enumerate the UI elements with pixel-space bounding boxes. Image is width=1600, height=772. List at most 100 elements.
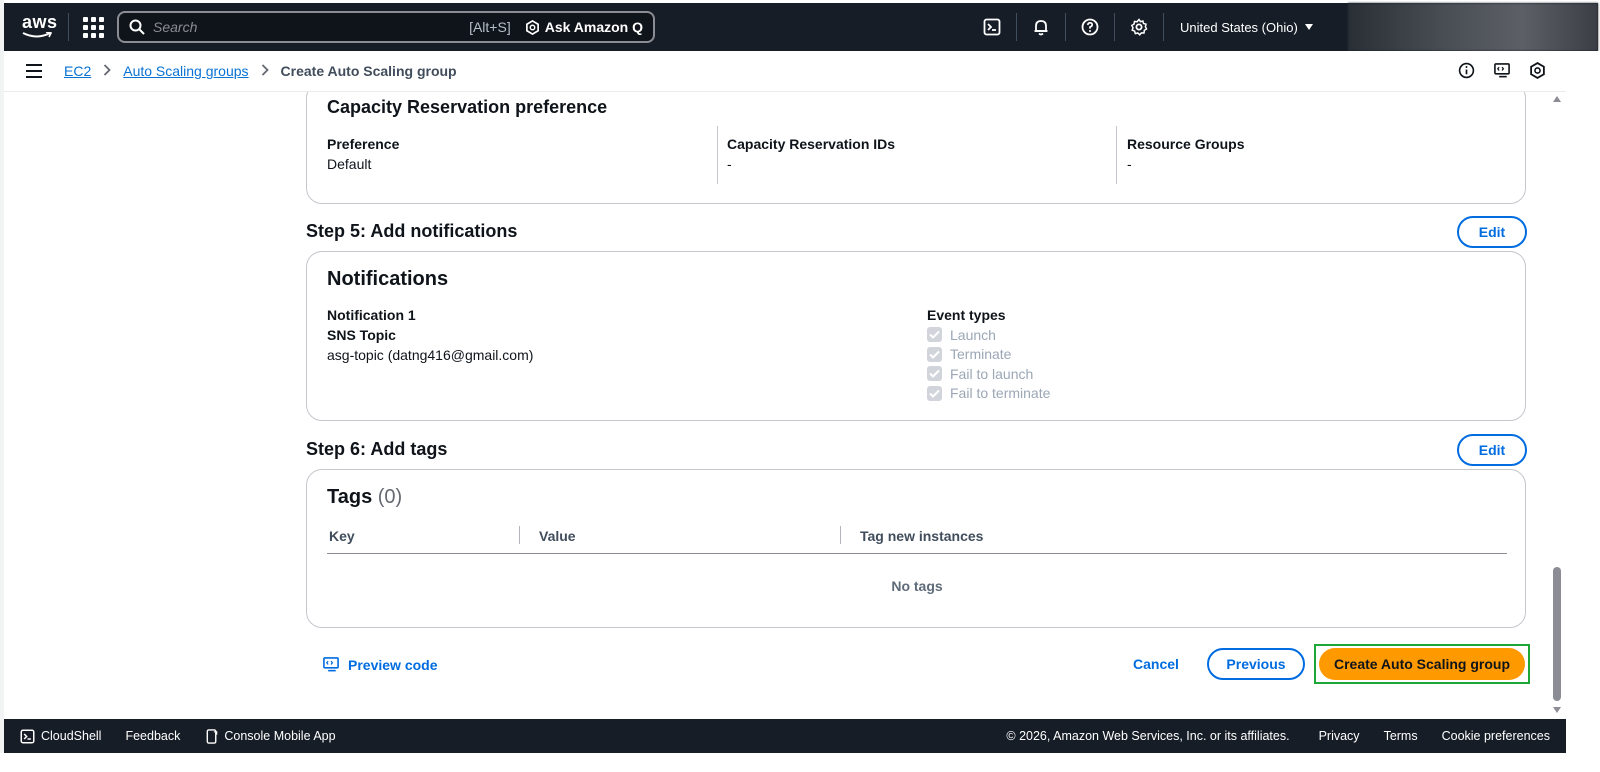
capacity-reservation-ids-field: Capacity Reservation IDs - <box>727 126 895 184</box>
sns-topic-label: SNS Topic <box>327 327 396 343</box>
scroll-up-arrow-icon[interactable] <box>1553 96 1561 102</box>
preference-label: Preference <box>327 136 400 152</box>
notifications-bell-icon[interactable] <box>1029 15 1053 39</box>
previous-button[interactable]: Previous <box>1207 648 1305 680</box>
menu-hamburger-icon[interactable] <box>26 64 42 78</box>
notifications-title: Notifications <box>327 268 449 290</box>
cancel-button[interactable]: Cancel <box>1133 656 1179 672</box>
breadcrumb-auto-scaling-groups[interactable]: Auto Scaling groups <box>123 63 248 79</box>
resource-groups-field: Resource Groups - <box>1127 126 1244 184</box>
tags-container: Tags (0) Key Value Tag new instances No … <box>306 469 1526 628</box>
help-icon[interactable] <box>1078 15 1102 39</box>
chevron-right-icon <box>103 63 112 79</box>
resource-groups-label: Resource Groups <box>1127 136 1245 152</box>
search-input[interactable]: Search <box>153 19 469 35</box>
checkbox-checked-icon <box>927 366 942 382</box>
region-label: United States (Ohio) <box>1180 19 1298 35</box>
main-content: Capacity Reservation preference Preferen… <box>4 92 1550 719</box>
services-menu-icon[interactable] <box>81 15 105 39</box>
tags-empty-state: No tags <box>891 578 943 594</box>
footer-cloudshell-label: CloudShell <box>41 729 102 743</box>
divider <box>1114 13 1115 41</box>
scrollbar[interactable] <box>1550 92 1566 719</box>
column-header-tag-new-instances[interactable]: Tag new instances <box>860 528 983 544</box>
caret-down-icon <box>1304 24 1313 30</box>
footer-mobile-app-label: Console Mobile App <box>224 729 336 743</box>
create-button-highlight: Create Auto Scaling group <box>1314 644 1530 684</box>
event-types-label: Event types <box>927 307 1006 323</box>
column-resizer[interactable] <box>519 526 520 544</box>
divider <box>1016 13 1017 41</box>
capacity-reservation-ids-value: - <box>727 156 732 172</box>
event-type-label: Launch <box>950 326 996 343</box>
ask-amazon-q-button[interactable]: Ask Amazon Q <box>525 19 643 35</box>
footer-cookie-preferences-link[interactable]: Cookie preferences <box>1442 729 1550 743</box>
top-navigation: aws Search [Alt+S] Ask Amazon Q United S… <box>4 3 1598 51</box>
notifications-container: Notifications Notification 1 SNS Topic a… <box>306 251 1526 421</box>
notification-name: Notification 1 <box>327 307 416 323</box>
step5-heading: Step 5: Add notifications <box>306 221 518 241</box>
mobile-app-icon <box>206 728 218 744</box>
preference-field: Preference Default <box>327 126 399 184</box>
create-auto-scaling-group-button[interactable]: Create Auto Scaling group <box>1319 648 1525 680</box>
footer-feedback-label: Feedback <box>125 729 181 743</box>
tags-table-header: Key Value Tag new instances <box>327 524 1507 554</box>
capacity-reservation-title: Capacity Reservation preference <box>327 97 608 117</box>
search-bar[interactable]: Search [Alt+S] Ask Amazon Q <box>117 11 655 43</box>
column-header-value[interactable]: Value <box>539 528 576 544</box>
column-divider <box>1116 126 1117 184</box>
checkbox-checked-icon <box>927 327 942 343</box>
step6-heading: Step 6: Add tags <box>306 439 448 459</box>
ask-amazon-q-label: Ask Amazon Q <box>544 19 643 35</box>
preview-code-icon[interactable] <box>1493 62 1511 82</box>
sns-topic-value: asg-topic (datng416@gmail.com) <box>327 347 534 363</box>
amazon-q-icon <box>525 19 539 35</box>
preview-code-icon <box>323 657 339 672</box>
search-shortcut: [Alt+S] <box>469 19 511 35</box>
cloudshell-icon[interactable] <box>980 15 1004 39</box>
region-selector[interactable]: United States (Ohio) <box>1180 20 1314 35</box>
aws-logo[interactable]: aws <box>20 12 58 42</box>
settings-gear-icon[interactable] <box>1127 15 1151 39</box>
event-type-fail-to-terminate: Fail to terminate <box>927 384 1050 404</box>
footer-privacy-link[interactable]: Privacy <box>1319 729 1360 743</box>
resource-groups-value: - <box>1127 156 1132 172</box>
breadcrumb-ec2[interactable]: EC2 <box>64 63 91 79</box>
page: aws Search [Alt+S] Ask Amazon Q United S… <box>0 0 1600 772</box>
checkbox-checked-icon <box>927 385 942 401</box>
account-menu-redacted[interactable] <box>1348 3 1598 51</box>
footer-copyright: © 2026, Amazon Web Services, Inc. or its… <box>1006 729 1290 743</box>
event-type-label: Terminate <box>950 346 1012 363</box>
search-icon <box>129 19 145 35</box>
event-type-launch: Launch <box>927 325 1050 345</box>
preference-value: Default <box>327 156 372 172</box>
aws-logo-text: aws <box>22 12 58 32</box>
step6-edit-button[interactable]: Edit <box>1457 434 1527 466</box>
tags-count: (0) <box>377 486 403 508</box>
page-edge <box>1566 51 1600 753</box>
column-header-key[interactable]: Key <box>329 528 355 544</box>
info-icon[interactable] <box>1458 62 1475 82</box>
tags-title: Tags (0) <box>327 486 402 509</box>
event-types: Event types Launch Terminate Fail to lau… <box>927 305 1050 403</box>
column-resizer[interactable] <box>840 526 841 544</box>
aws-smile-icon <box>22 32 52 38</box>
footer-terms-link[interactable]: Terms <box>1384 729 1418 743</box>
footer-console-mobile-app[interactable]: Console Mobile App <box>206 728 336 744</box>
capacity-reservation-ids-label: Capacity Reservation IDs <box>727 136 896 152</box>
breadcrumb: EC2 Auto Scaling groups Create Auto Scal… <box>64 63 457 79</box>
step5-edit-button[interactable]: Edit <box>1457 216 1527 248</box>
checkbox-checked-icon <box>927 346 942 362</box>
preview-code-button[interactable]: Preview code <box>322 656 438 673</box>
footer-cloudshell[interactable]: CloudShell <box>20 729 101 744</box>
page-edge <box>0 753 1600 772</box>
notification-details: Notification 1 SNS Topic asg-topic (datn… <box>327 305 533 365</box>
divider <box>1065 13 1066 41</box>
breadcrumb-current: Create Auto Scaling group <box>280 63 457 79</box>
event-type-label: Fail to terminate <box>950 385 1051 402</box>
footer-feedback[interactable]: Feedback <box>125 729 180 743</box>
amazon-q-panel-icon[interactable] <box>1529 61 1546 82</box>
scroll-down-arrow-icon[interactable] <box>1553 707 1561 713</box>
event-type-terminate: Terminate <box>927 345 1050 365</box>
scrollbar-thumb[interactable] <box>1553 567 1561 701</box>
